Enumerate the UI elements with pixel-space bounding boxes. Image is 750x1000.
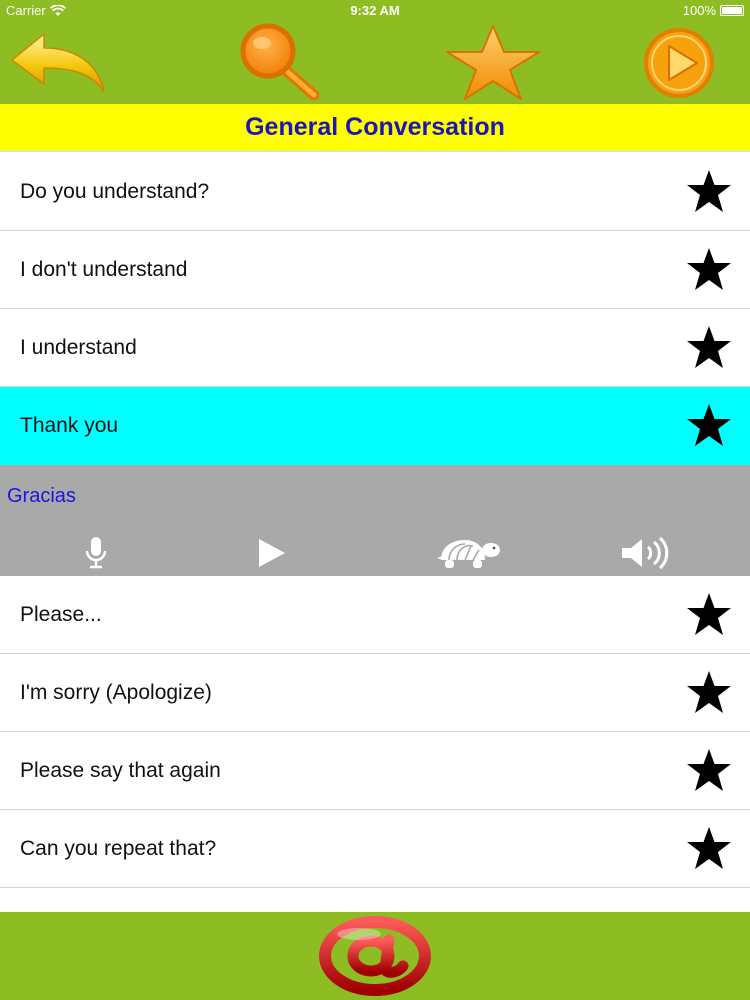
section-title: General Conversation bbox=[245, 112, 505, 141]
phrase-row[interactable]: Do you understand? bbox=[0, 153, 750, 231]
favorite-star-icon[interactable] bbox=[685, 591, 733, 639]
play-all-button[interactable] bbox=[638, 22, 720, 104]
favorite-star-icon[interactable] bbox=[685, 324, 733, 372]
phrase-label: Can you repeat that? bbox=[20, 837, 217, 860]
favorite-star-icon[interactable] bbox=[685, 747, 733, 795]
phrase-row[interactable]: I'm sorry (Apologize) bbox=[0, 654, 750, 732]
phrase-label: Do you understand? bbox=[20, 180, 210, 203]
volume-button[interactable] bbox=[618, 535, 674, 571]
magnifier-icon bbox=[240, 23, 320, 101]
favorite-star-icon[interactable] bbox=[685, 825, 733, 873]
back-button[interactable] bbox=[5, 22, 110, 104]
top-toolbar bbox=[0, 22, 750, 104]
section-header: General Conversation bbox=[0, 104, 750, 152]
phrase-label: I don't understand bbox=[20, 258, 188, 281]
favorite-star-icon[interactable] bbox=[685, 246, 733, 294]
phrase-list: Do you understand? I don't understand I … bbox=[0, 153, 750, 888]
phrase-row[interactable]: Please... bbox=[0, 576, 750, 654]
phrase-row[interactable]: Can you repeat that? bbox=[0, 810, 750, 888]
favorite-star-icon[interactable] bbox=[685, 669, 733, 717]
search-button[interactable] bbox=[230, 22, 330, 104]
battery-indicator: 100% bbox=[683, 3, 744, 18]
at-sign-icon[interactable] bbox=[319, 916, 431, 996]
play-icon bbox=[259, 539, 285, 567]
speaker-icon bbox=[622, 536, 669, 570]
phrase-label: Please say that again bbox=[20, 759, 221, 782]
translation-text: Gracias bbox=[7, 485, 76, 507]
battery-percent: 100% bbox=[682, 3, 716, 18]
phrase-row[interactable]: I don't understand bbox=[0, 231, 750, 309]
clock: 9:32 AM bbox=[350, 3, 400, 18]
back-arrow-icon bbox=[10, 33, 105, 93]
phrase-row-selected[interactable]: Thank you bbox=[0, 387, 750, 465]
star-icon bbox=[445, 25, 540, 100]
turtle-icon bbox=[437, 540, 500, 568]
phrase-label: I'm sorry (Apologize) bbox=[20, 681, 212, 704]
slow-play-button[interactable] bbox=[432, 535, 504, 571]
phrase-row[interactable]: I understand bbox=[0, 309, 750, 387]
bottom-toolbar bbox=[0, 912, 750, 1000]
play-button[interactable] bbox=[253, 535, 289, 571]
battery-icon bbox=[720, 5, 744, 16]
microphone-icon bbox=[85, 537, 107, 569]
phrase-label: Please... bbox=[20, 603, 102, 626]
favorite-star-icon[interactable] bbox=[685, 168, 733, 216]
phrase-label: I understand bbox=[20, 336, 137, 359]
phrase-row[interactable]: Please say that again bbox=[0, 732, 750, 810]
favorites-button[interactable] bbox=[440, 22, 545, 104]
favorite-star-icon[interactable] bbox=[685, 402, 733, 450]
translation-panel: Gracias bbox=[0, 465, 750, 576]
record-button[interactable] bbox=[78, 535, 114, 571]
play-circle-icon bbox=[644, 28, 714, 98]
phrase-label: Thank you bbox=[20, 414, 119, 437]
status-bar: Carrier 9:32 AM 100% bbox=[0, 0, 750, 22]
